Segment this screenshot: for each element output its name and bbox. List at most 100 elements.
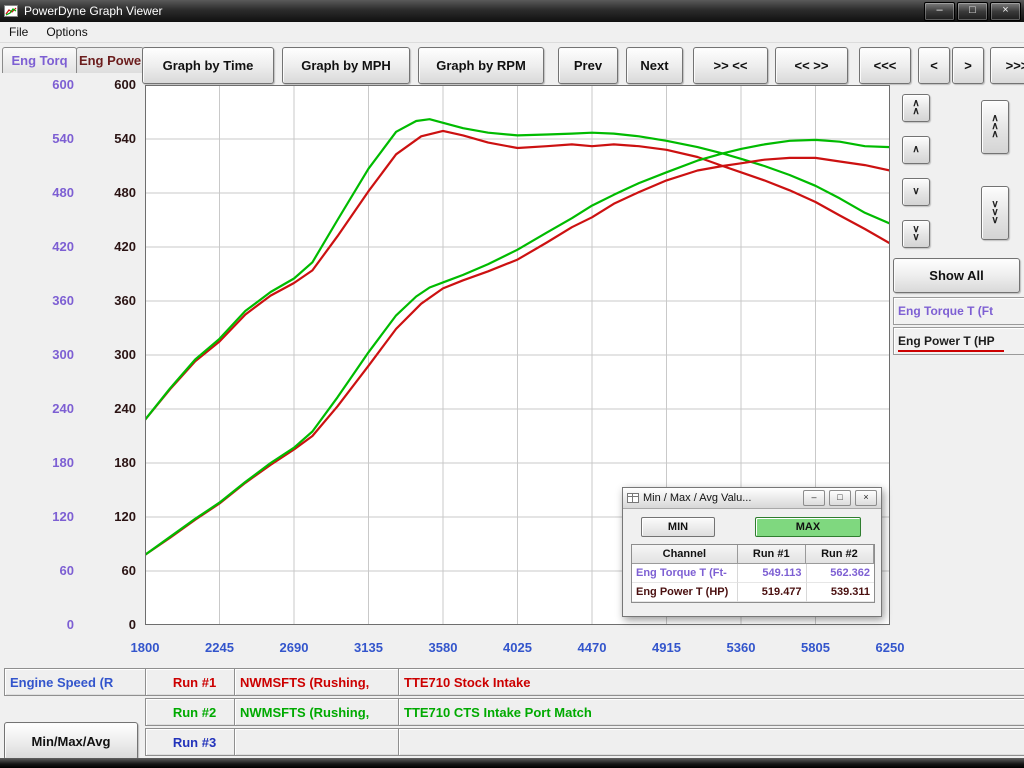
maximize-button[interactable]: □ <box>957 2 988 21</box>
torque-axis-tick: 0 <box>67 617 74 632</box>
max-button[interactable]: MAX <box>755 517 861 537</box>
channel-eng-power[interactable]: Eng Power T (HP <box>893 327 1024 355</box>
torque-channel-name: Eng Torque T (Ft- <box>632 564 738 583</box>
rpm-axis-tick: 5360 <box>713 640 769 655</box>
menu-options[interactable]: Options <box>37 23 96 41</box>
torque-axis-tick: 120 <box>52 509 74 524</box>
fast-left-button[interactable]: <<< <box>859 47 911 84</box>
chevron-up-icon: ∧ <box>912 108 919 116</box>
active-run-underline <box>898 350 1004 352</box>
minimize-button[interactable]: – <box>924 2 955 21</box>
run2-desc: TTE710 CTS Intake Port Match <box>404 705 592 720</box>
run3-file-box <box>234 728 406 756</box>
scale-down-button[interactable]: ∨ <box>902 178 930 206</box>
torque-axis-tick: 300 <box>52 347 74 362</box>
graph-by-rpm-button[interactable]: Graph by RPM <box>418 47 544 84</box>
x-channel-label: Engine Speed (R <box>10 675 113 690</box>
rpm-axis-tick: 3580 <box>415 640 471 655</box>
channel-eng-torque-label: Eng Torque T (Ft <box>898 304 993 318</box>
run2-label: Run #2 <box>173 705 216 720</box>
power-axis-tick: 0 <box>129 617 136 632</box>
run1-label-box: Run #1 <box>145 668 244 696</box>
rpm-axis-tick: 3135 <box>341 640 397 655</box>
run2-file-box: NWMSFTS (Rushing, <box>234 698 406 726</box>
channel-eng-torque[interactable]: Eng Torque T (Ft <box>893 297 1024 325</box>
minmax-minimize-button[interactable]: – <box>803 490 825 506</box>
minmax-title-bar[interactable]: Min / Max / Avg Valu... – □ × <box>623 488 881 509</box>
column-header-run2[interactable]: Run #2 <box>806 545 874 564</box>
app-icon <box>4 5 18 17</box>
menu-file[interactable]: File <box>0 23 37 41</box>
graph-by-time-button[interactable]: Graph by Time <box>142 47 274 84</box>
scale-up-fast-button[interactable]: ∧ ∧ <box>902 94 930 122</box>
power-axis-tick: 420 <box>114 239 136 254</box>
run1-desc-box: TTE710 Stock Intake <box>398 668 1024 696</box>
power-axis-tick: 120 <box>114 509 136 524</box>
min-max-avg-button[interactable]: Min/Max/Avg <box>4 722 138 760</box>
toolbar: Graph by Time Graph by MPH Graph by RPM … <box>142 47 1024 84</box>
fast-right-button[interactable]: >>> <box>990 47 1024 84</box>
scale-up-button[interactable]: ∧ <box>902 136 930 164</box>
rpm-axis-labels: 1800224526903135358040254470491553605805… <box>145 640 890 656</box>
x-channel-box: Engine Speed (R <box>4 668 150 696</box>
close-button[interactable]: × <box>990 2 1021 21</box>
power-axis-tick: 360 <box>114 293 136 308</box>
diverge-button[interactable]: << >> <box>775 47 848 84</box>
torque-max-run2: 562.362 <box>807 564 874 583</box>
run3-desc-box <box>398 728 1024 756</box>
run2-desc-box: TTE710 CTS Intake Port Match <box>398 698 1024 726</box>
chevron-down-icon: ∨ <box>912 188 919 196</box>
menu-bar: File Options <box>0 22 1024 43</box>
chevron-down-icon: ∨ <box>912 234 919 242</box>
power-channel-name: Eng Power T (HP) <box>632 583 738 602</box>
shift-down-button[interactable]: ∨ ∨ ∨ <box>981 186 1009 240</box>
column-header-run1[interactable]: Run #1 <box>738 545 806 564</box>
next-button[interactable]: Next <box>626 47 683 84</box>
window-title: PowerDyne Graph Viewer <box>24 4 922 18</box>
powerdyne-window: PowerDyne Graph Viewer – □ × File Option… <box>0 0 1024 768</box>
table-row-torque: Eng Torque T (Ft- 549.113 562.362 <box>632 564 874 583</box>
minmax-body: MIN MAX Channel Run #1 Run #2 Eng Torque… <box>623 509 881 603</box>
torque-axis-tick: 240 <box>52 401 74 416</box>
rpm-axis-tick: 4915 <box>639 640 695 655</box>
step-right-button[interactable]: > <box>952 47 984 84</box>
rpm-axis-tick: 5805 <box>788 640 844 655</box>
step-left-button[interactable]: < <box>918 47 950 84</box>
show-all-button[interactable]: Show All <box>893 258 1020 293</box>
run2-label-box: Run #2 <box>145 698 244 726</box>
window-controls: – □ × <box>922 2 1021 21</box>
power-axis-tick: 540 <box>114 131 136 146</box>
chevron-up-icon: ∧ <box>991 131 998 139</box>
run1-desc: TTE710 Stock Intake <box>404 675 530 690</box>
tab-eng-torque[interactable]: Eng Torq <box>2 47 77 73</box>
table-header-row: Channel Run #1 Run #2 <box>632 545 874 564</box>
torque-axis-tick: 60 <box>60 563 74 578</box>
scale-down-fast-button[interactable]: ∨ ∨ <box>902 220 930 248</box>
rpm-axis-tick: 6250 <box>862 640 918 655</box>
power-axis-tick: 180 <box>114 455 136 470</box>
tab-eng-power[interactable]: Eng Powe <box>76 47 144 73</box>
run1-file-box: NWMSFTS (Rushing, <box>234 668 406 696</box>
table-row-power: Eng Power T (HP) 519.477 539.311 <box>632 583 874 602</box>
graph-by-mph-button[interactable]: Graph by MPH <box>282 47 410 84</box>
minmax-restore-button[interactable]: □ <box>829 490 851 506</box>
run1-file: NWMSFTS (Rushing, <box>240 675 369 690</box>
run1-label: Run #1 <box>173 675 216 690</box>
torque-axis-tick: 180 <box>52 455 74 470</box>
converge-button[interactable]: >> << <box>693 47 768 84</box>
power-axis-tick: 60 <box>122 563 136 578</box>
title-bar: PowerDyne Graph Viewer – □ × <box>0 0 1024 22</box>
torque-axis-tick: 540 <box>52 131 74 146</box>
minmax-close-button[interactable]: × <box>855 490 877 506</box>
torque-axis-labels: 060120180240300360420480540600 <box>28 85 74 625</box>
min-button[interactable]: MIN <box>641 517 715 537</box>
shift-up-button[interactable]: ∧ ∧ ∧ <box>981 100 1009 154</box>
run3-label: Run #3 <box>173 735 216 750</box>
power-axis-tick: 600 <box>114 77 136 92</box>
power-axis-tick: 480 <box>114 185 136 200</box>
power-axis-labels: 060120180240300360420480540600 <box>90 85 136 625</box>
prev-button[interactable]: Prev <box>558 47 618 84</box>
column-header-channel[interactable]: Channel <box>632 545 738 564</box>
rpm-axis-tick: 4025 <box>490 640 546 655</box>
minmax-mode-row: MIN MAX <box>641 517 873 537</box>
